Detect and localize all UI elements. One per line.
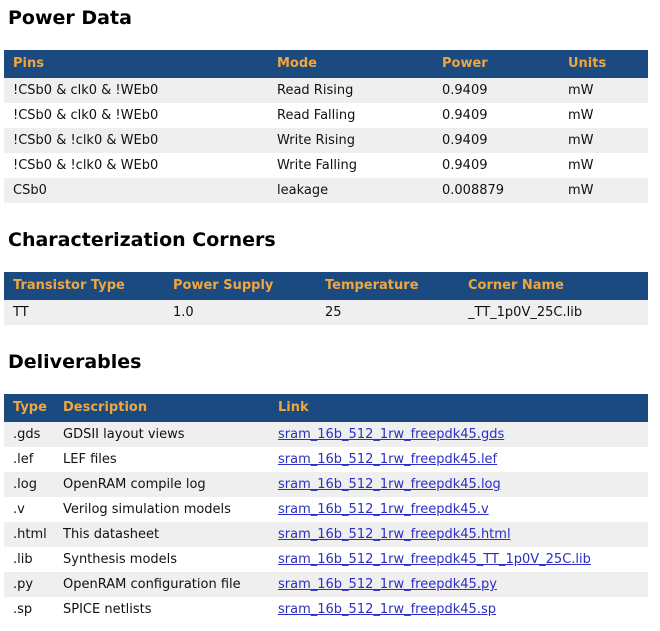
table-cell: SPICE netlists xyxy=(54,597,269,622)
deliverables-heading: Deliverables xyxy=(8,352,652,372)
column-header: Description xyxy=(54,394,269,422)
table-cell: mW xyxy=(559,103,648,128)
table-cell: 0.9409 xyxy=(433,153,559,178)
table-cell: _TT_1p0V_25C.lib xyxy=(459,300,648,325)
deliverable-link[interactable]: sram_16b_512_1rw_freepdk45.py xyxy=(278,577,497,592)
table-row: CSb0leakage0.008879mW xyxy=(4,178,648,203)
table-cell: LEF files xyxy=(54,447,269,472)
table-row: !CSb0 & !clk0 & WEb0Write Rising0.9409mW xyxy=(4,128,648,153)
characterization-corners-heading: Characterization Corners xyxy=(8,230,652,250)
deliverable-link[interactable]: sram_16b_512_1rw_freepdk45_TT_1p0V_25C.l… xyxy=(278,552,591,567)
table-row: !CSb0 & clk0 & !WEb0Read Falling0.9409mW xyxy=(4,103,648,128)
column-header: Power Supply xyxy=(164,272,316,300)
table-cell: .lib xyxy=(4,547,54,572)
column-header: Mode xyxy=(268,50,433,78)
table-cell: !CSb0 & !clk0 & WEb0 xyxy=(4,128,268,153)
table-cell: sram_16b_512_1rw_freepdk45.lef xyxy=(269,447,648,472)
power-data-table: PinsModePowerUnits!CSb0 & clk0 & !WEb0Re… xyxy=(4,50,648,203)
table-cell: 25 xyxy=(316,300,459,325)
table-cell: 0.9409 xyxy=(433,78,559,103)
table-cell: 0.008879 xyxy=(433,178,559,203)
column-header: Temperature xyxy=(316,272,459,300)
datasheet-page: Power Data PinsModePowerUnits!CSb0 & clk… xyxy=(0,0,660,630)
table-cell: sram_16b_512_1rw_freepdk45.sp xyxy=(269,597,648,622)
table-cell: .html xyxy=(4,522,54,547)
table-cell: !CSb0 & clk0 & !WEb0 xyxy=(4,78,268,103)
table-row: .vVerilog simulation models sram_16b_512_… xyxy=(4,497,648,522)
deliverable-link[interactable]: sram_16b_512_1rw_freepdk45.gds xyxy=(278,427,504,442)
table-header-row: PinsModePowerUnits xyxy=(4,50,648,78)
table-row: .pyOpenRAM configuration file sram_16b_51… xyxy=(4,572,648,597)
table-cell: mW xyxy=(559,128,648,153)
table-cell: OpenRAM compile log xyxy=(54,472,269,497)
table-cell: CSb0 xyxy=(4,178,268,203)
characterization-corners-table: Transistor TypePower SupplyTemperatureCo… xyxy=(4,272,648,325)
deliverable-link[interactable]: sram_16b_512_1rw_freepdk45.html xyxy=(278,527,511,542)
table-cell: mW xyxy=(559,153,648,178)
deliverable-link[interactable]: sram_16b_512_1rw_freepdk45.log xyxy=(278,477,501,492)
column-header: Power xyxy=(433,50,559,78)
table-header-row: TypeDescriptionLink xyxy=(4,394,648,422)
table-row: .lefLEF files sram_16b_512_1rw_freepdk45.… xyxy=(4,447,648,472)
table-cell: sram_16b_512_1rw_freepdk45.gds xyxy=(269,422,648,447)
table-cell: leakage xyxy=(268,178,433,203)
table-cell: Synthesis models xyxy=(54,547,269,572)
table-cell: Verilog simulation models xyxy=(54,497,269,522)
deliverable-link[interactable]: sram_16b_512_1rw_freepdk45.sp xyxy=(278,602,496,617)
table-row: TT1.025_TT_1p0V_25C.lib xyxy=(4,300,648,325)
table-row: !CSb0 & clk0 & !WEb0Read Rising0.9409mW xyxy=(4,78,648,103)
deliverable-link[interactable]: sram_16b_512_1rw_freepdk45.lef xyxy=(278,452,497,467)
table-cell: sram_16b_512_1rw_freepdk45.py xyxy=(269,572,648,597)
table-cell: .lef xyxy=(4,447,54,472)
table-cell: .py xyxy=(4,572,54,597)
table-cell: Read Falling xyxy=(268,103,433,128)
table-cell: 0.9409 xyxy=(433,103,559,128)
deliverables-table: TypeDescriptionLink.gdsGDSII layout view… xyxy=(4,394,648,622)
table-cell: sram_16b_512_1rw_freepdk45.v xyxy=(269,497,648,522)
table-cell: !CSb0 & clk0 & !WEb0 xyxy=(4,103,268,128)
column-header: Corner Name xyxy=(459,272,648,300)
table-row: !CSb0 & !clk0 & WEb0Write Falling0.9409m… xyxy=(4,153,648,178)
table-cell: TT xyxy=(4,300,164,325)
column-header: Transistor Type xyxy=(4,272,164,300)
table-cell: sram_16b_512_1rw_freepdk45.log xyxy=(269,472,648,497)
table-cell: .gds xyxy=(4,422,54,447)
table-row: .spSPICE netlists sram_16b_512_1rw_freepd… xyxy=(4,597,648,622)
power-data-heading: Power Data xyxy=(8,8,652,28)
table-header-row: Transistor TypePower SupplyTemperatureCo… xyxy=(4,272,648,300)
table-cell: GDSII layout views xyxy=(54,422,269,447)
table-cell: mW xyxy=(559,78,648,103)
table-cell: sram_16b_512_1rw_freepdk45_TT_1p0V_25C.l… xyxy=(269,547,648,572)
table-cell: 0.9409 xyxy=(433,128,559,153)
table-row: .logOpenRAM compile log sram_16b_512_1rw_… xyxy=(4,472,648,497)
table-cell: 1.0 xyxy=(164,300,316,325)
column-header: Pins xyxy=(4,50,268,78)
table-row: .gdsGDSII layout views sram_16b_512_1rw_f… xyxy=(4,422,648,447)
table-cell: mW xyxy=(559,178,648,203)
table-cell: .v xyxy=(4,497,54,522)
table-cell: .sp xyxy=(4,597,54,622)
table-cell: sram_16b_512_1rw_freepdk45.html xyxy=(269,522,648,547)
table-cell: .log xyxy=(4,472,54,497)
table-row: .htmlThis datasheet sram_16b_512_1rw_free… xyxy=(4,522,648,547)
column-header: Units xyxy=(559,50,648,78)
table-cell: Read Rising xyxy=(268,78,433,103)
table-cell: This datasheet xyxy=(54,522,269,547)
deliverable-link[interactable]: sram_16b_512_1rw_freepdk45.v xyxy=(278,502,489,517)
table-cell: Write Falling xyxy=(268,153,433,178)
table-cell: OpenRAM configuration file xyxy=(54,572,269,597)
column-header: Link xyxy=(269,394,648,422)
table-cell: Write Rising xyxy=(268,128,433,153)
table-cell: !CSb0 & !clk0 & WEb0 xyxy=(4,153,268,178)
column-header: Type xyxy=(4,394,54,422)
table-row: .libSynthesis models sram_16b_512_1rw_fre… xyxy=(4,547,648,572)
